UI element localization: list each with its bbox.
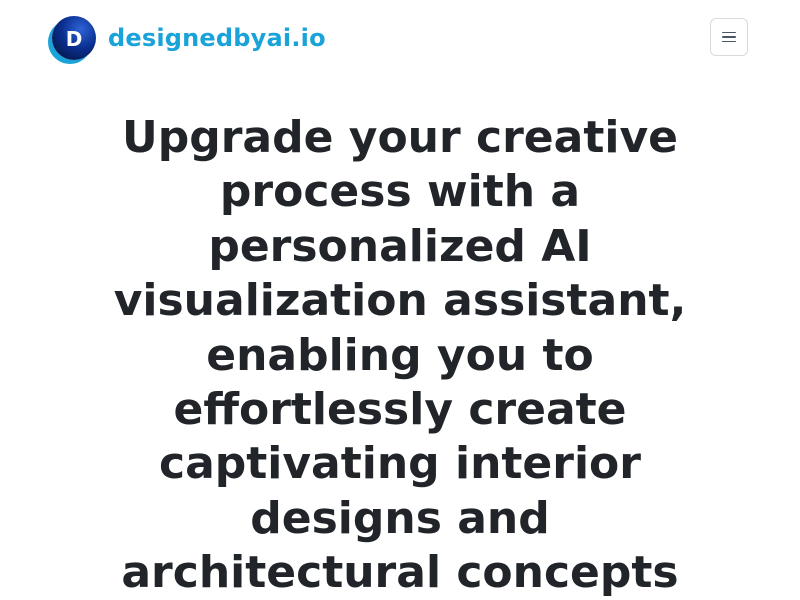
menu-toggle-button[interactable]: [710, 18, 748, 56]
brand-home-link[interactable]: D designedbyai.io: [52, 15, 326, 61]
logo-icon: D: [52, 16, 96, 60]
hero-section: Upgrade your creative process with a per…: [100, 111, 700, 600]
brand-name: designedbyai.io: [108, 24, 326, 52]
site-header: D designedbyai.io: [0, 0, 800, 76]
hero-title: Upgrade your creative process with a per…: [113, 112, 687, 599]
hamburger-icon: [722, 31, 736, 43]
logo-letter: D: [65, 27, 83, 51]
